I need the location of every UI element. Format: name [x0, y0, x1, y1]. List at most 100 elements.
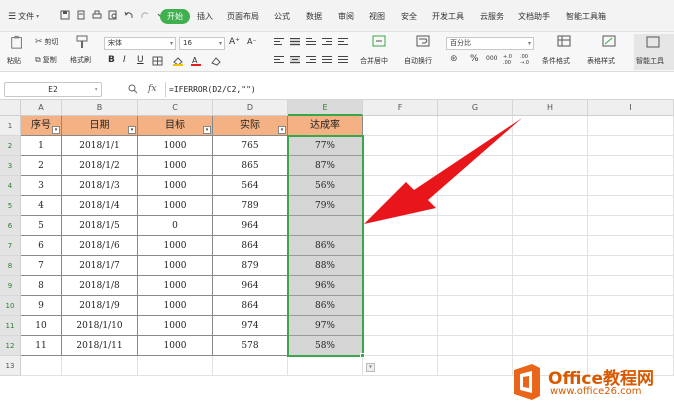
data-cell[interactable]: 864 — [213, 296, 288, 316]
smart-tool-button[interactable]: 智能工具 — [634, 34, 674, 70]
filter-dropdown-icon[interactable]: ▾ — [203, 126, 211, 134]
data-cell[interactable]: 1000 — [138, 336, 213, 356]
row-header-7[interactable]: 7 — [0, 236, 21, 256]
data-cell[interactable]: 4 — [21, 196, 62, 216]
data-cell[interactable]: 765 — [213, 136, 288, 156]
tab-cloud-service[interactable]: 云服务 — [480, 11, 504, 22]
data-cell[interactable]: 2 — [21, 156, 62, 176]
grow-font-button[interactable]: A⁺ — [229, 37, 240, 47]
empty-cell[interactable] — [588, 176, 674, 196]
wrap-text-button[interactable]: 自动换行 — [404, 35, 442, 69]
filter-dropdown-icon[interactable]: ▾ — [278, 126, 286, 134]
row-header-8[interactable]: 8 — [0, 256, 21, 276]
clear-format-icon[interactable] — [210, 56, 222, 66]
empty-cell[interactable] — [438, 296, 513, 316]
filter-dropdown-icon[interactable]: ▾ — [128, 126, 136, 134]
cut-button[interactable]: ✂ 剪切 — [35, 37, 59, 47]
merge-center-button[interactable]: 合并居中 — [360, 35, 398, 69]
data-cell[interactable]: 1 — [21, 136, 62, 156]
data-cell[interactable]: 1000 — [138, 196, 213, 216]
empty-cell[interactable] — [21, 356, 62, 376]
align-right-icon[interactable] — [306, 56, 316, 64]
data-cell[interactable]: 2018/1/3 — [62, 176, 138, 196]
data-cell[interactable]: 2018/1/5 — [62, 216, 138, 236]
row-header-4[interactable]: 4 — [0, 176, 21, 196]
data-cell[interactable]: 964 — [213, 276, 288, 296]
data-cell[interactable]: 1000 — [138, 176, 213, 196]
justify-icon[interactable] — [322, 56, 332, 64]
data-cell[interactable]: 1000 — [138, 316, 213, 336]
table-header-cell[interactable]: 目标 ▾ — [138, 116, 213, 136]
data-cell[interactable]: 2018/1/11 — [62, 336, 138, 356]
decrease-decimal-button[interactable]: .00 →.0 — [520, 54, 532, 66]
formula-input[interactable]: =IFERROR(D2/C2,"") — [165, 82, 670, 97]
outdent-icon[interactable] — [338, 38, 348, 46]
redo-icon[interactable] — [140, 10, 150, 20]
data-cell[interactable]: 5 — [21, 216, 62, 236]
data-cell[interactable]: 0 — [138, 216, 213, 236]
empty-cell[interactable] — [363, 316, 438, 336]
empty-cell[interactable] — [138, 356, 213, 376]
data-cell[interactable]: 1000 — [138, 156, 213, 176]
empty-cell[interactable] — [438, 276, 513, 296]
empty-cell[interactable] — [438, 356, 513, 376]
data-cell[interactable]: 879 — [213, 256, 288, 276]
empty-cell[interactable] — [363, 296, 438, 316]
row-header-5[interactable]: 5 — [0, 196, 21, 216]
empty-cell[interactable] — [588, 256, 674, 276]
data-cell[interactable]: 2018/1/9 — [62, 296, 138, 316]
conditional-format-button[interactable]: 条件格式 — [542, 35, 586, 69]
empty-cell[interactable] — [588, 276, 674, 296]
border-icon[interactable] — [152, 56, 164, 66]
empty-cell[interactable] — [513, 336, 588, 356]
rate-cell[interactable]: 86% — [288, 296, 363, 316]
data-cell[interactable]: 564 — [213, 176, 288, 196]
data-cell[interactable]: 865 — [213, 156, 288, 176]
data-cell[interactable]: 2018/1/2 — [62, 156, 138, 176]
bold-button[interactable]: B — [108, 55, 115, 65]
rate-cell[interactable]: 88% — [288, 256, 363, 276]
row-header-13[interactable]: 13 — [0, 356, 21, 376]
tab-security[interactable]: 安全 — [401, 11, 417, 22]
align-middle-icon[interactable] — [290, 38, 300, 46]
filter-dropdown-icon[interactable]: ▾ — [52, 126, 60, 134]
tab-home[interactable]: 开始 — [160, 9, 190, 24]
empty-cell[interactable] — [62, 356, 138, 376]
data-cell[interactable]: 3 — [21, 176, 62, 196]
align-left-icon[interactable] — [274, 56, 284, 64]
fx-icon[interactable]: fx — [148, 84, 156, 94]
data-cell[interactable]: 2018/1/8 — [62, 276, 138, 296]
data-cell[interactable]: 10 — [21, 316, 62, 336]
empty-cell[interactable] — [363, 336, 438, 356]
empty-cell[interactable] — [213, 356, 288, 376]
empty-cell[interactable] — [588, 156, 674, 176]
row-header-10[interactable]: 10 — [0, 296, 21, 316]
file-menu-button[interactable]: ☰ 文件 ▾ — [8, 11, 39, 22]
align-bottom-icon[interactable] — [306, 38, 316, 46]
data-cell[interactable]: 11 — [21, 336, 62, 356]
empty-cell[interactable] — [363, 256, 438, 276]
empty-cell[interactable] — [588, 196, 674, 216]
export-pdf-icon[interactable] — [76, 10, 86, 20]
empty-cell[interactable] — [513, 296, 588, 316]
empty-cell[interactable] — [588, 296, 674, 316]
thousands-button[interactable]: 000 — [486, 55, 497, 62]
data-cell[interactable]: 9 — [21, 296, 62, 316]
indent-icon[interactable] — [322, 38, 332, 46]
rate-cell[interactable]: 58% — [288, 336, 363, 356]
data-cell[interactable]: 1000 — [138, 296, 213, 316]
data-cell[interactable]: 2018/1/6 — [62, 236, 138, 256]
tab-developer[interactable]: 开发工具 — [432, 11, 464, 22]
save-icon[interactable] — [60, 10, 70, 20]
data-cell[interactable]: 2018/1/10 — [62, 316, 138, 336]
currency-icon[interactable]: ⊛ — [450, 54, 458, 64]
font-color-icon[interactable]: A — [190, 56, 202, 66]
row-header-11[interactable]: 11 — [0, 316, 21, 336]
empty-cell[interactable] — [588, 136, 674, 156]
data-cell[interactable]: 1000 — [138, 136, 213, 156]
paste-button[interactable]: 粘贴 — [6, 34, 28, 68]
data-cell[interactable]: 578 — [213, 336, 288, 356]
empty-cell[interactable] — [588, 316, 674, 336]
row-header-12[interactable]: 12 — [0, 336, 21, 356]
table-header-cell[interactable]: 实际 ▾ — [213, 116, 288, 136]
